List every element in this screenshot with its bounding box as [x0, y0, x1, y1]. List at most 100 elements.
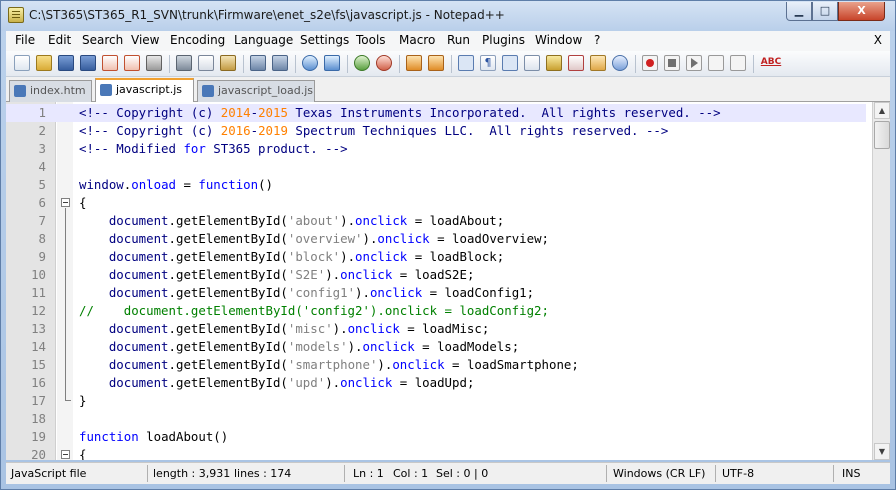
code-line[interactable]: 6{ [6, 194, 866, 212]
function-list-icon[interactable] [568, 55, 584, 71]
maximize-button[interactable]: □ [812, 2, 838, 21]
sync-horizontal-icon[interactable] [428, 55, 444, 71]
code-line[interactable]: 13 document.getElementById('misc').oncli… [6, 320, 866, 338]
code-line[interactable]: 2 <!-- Copyright (c) 2016-2019 Spectrum T… [6, 122, 866, 140]
code-line[interactable]: 1 <!-- Copyright (c) 2014-2015 Texas Inst… [6, 104, 866, 122]
menu-help[interactable]: ? [594, 33, 600, 47]
cut-icon[interactable] [176, 55, 192, 71]
code-token: = loadAbout; [407, 213, 505, 228]
close-window-button[interactable]: X [838, 2, 885, 21]
status-insert-mode: INS [842, 467, 861, 480]
title-bar: C:\ST365\ST365_R1_SVN\trunk\Firmware\ene… [1, 1, 895, 31]
menu-macro[interactable]: Macro [399, 33, 435, 47]
folder-workspace-icon[interactable] [590, 55, 606, 71]
replace-icon[interactable] [324, 55, 340, 71]
undo-icon[interactable] [250, 55, 266, 71]
close-document-button[interactable]: X [874, 33, 882, 47]
save-macro-icon[interactable] [730, 55, 746, 71]
save-all-icon[interactable] [80, 55, 96, 71]
code-line[interactable]: 4 [6, 158, 866, 176]
code-line[interactable]: 9 document.getElementById('block').oncli… [6, 248, 866, 266]
code-token: - [250, 105, 259, 120]
code-line[interactable]: 5 window.onload = function() [6, 176, 866, 194]
monitoring-icon[interactable] [612, 55, 628, 71]
code-line[interactable]: 19 function loadAbout() [6, 428, 866, 446]
menu-file[interactable]: File [15, 33, 35, 47]
scroll-up-arrow-icon[interactable]: ▲ [874, 102, 890, 119]
tab-javascript-load-js[interactable]: javascript_load.js [197, 80, 315, 102]
spell-check-icon[interactable]: ABC [760, 55, 782, 71]
line-number: 6 [38, 195, 46, 210]
code-token: onclick [340, 375, 393, 390]
menu-plugins[interactable]: Plugins [482, 33, 525, 47]
doc-map-icon[interactable] [546, 55, 562, 71]
code-line[interactable]: 14 document.getElementById('models').onc… [6, 338, 866, 356]
fold-guide [65, 208, 66, 400]
word-wrap-icon[interactable] [458, 55, 474, 71]
run-macro-multiple-icon[interactable] [708, 55, 724, 71]
fold-toggle-icon[interactable] [61, 198, 70, 207]
redo-icon[interactable] [272, 55, 288, 71]
tab-javascript-js[interactable]: javascript.js [95, 78, 194, 102]
code-token: document [108, 249, 169, 264]
code-line[interactable]: 16 document.getElementById('upd').onclic… [6, 374, 866, 392]
code-text: document.getElementById('overview').oncl… [79, 230, 549, 248]
code-line[interactable]: 7 document.getElementById('about').oncli… [6, 212, 866, 230]
code-token: Texas Instruments Incorporated. All righ… [287, 105, 721, 120]
fold-toggle-icon[interactable] [61, 450, 70, 459]
close-icon[interactable] [102, 55, 118, 71]
menu-settings[interactable]: Settings [300, 33, 349, 47]
menu-language[interactable]: Language [234, 33, 293, 47]
record-macro-icon[interactable] [642, 55, 658, 71]
code-token: ). [355, 285, 370, 300]
paste-icon[interactable] [220, 55, 236, 71]
menu-run[interactable]: Run [447, 33, 470, 47]
save-icon[interactable] [58, 55, 74, 71]
vertical-scrollbar[interactable]: ▲ ▼ [872, 102, 890, 460]
code-line[interactable]: 11 document.getElementById('config1').on… [6, 284, 866, 302]
code-token: .getElementById( [168, 357, 288, 372]
status-encoding: UTF-8 [722, 467, 755, 480]
user-lang-icon[interactable] [524, 55, 540, 71]
open-file-icon[interactable] [36, 55, 52, 71]
code-line[interactable]: 12 // document.getElementById('config2').… [6, 302, 866, 320]
code-line[interactable]: 3 <!-- Modified for ST365 product. --> [6, 140, 866, 158]
zoom-out-icon[interactable] [376, 55, 392, 71]
code-line[interactable]: 18 [6, 410, 866, 428]
menu-encoding[interactable]: Encoding [170, 33, 225, 47]
menu-tools[interactable]: Tools [356, 33, 386, 47]
show-all-chars-icon[interactable]: ¶ [480, 55, 496, 71]
scrollbar-thumb[interactable] [874, 121, 890, 149]
print-icon[interactable] [146, 55, 162, 71]
zoom-in-icon[interactable] [354, 55, 370, 71]
new-file-icon[interactable] [14, 55, 30, 71]
code-token: <!-- Modified [79, 141, 184, 156]
code-line[interactable]: 10 document.getElementById('S2E').onclic… [6, 266, 866, 284]
scroll-down-arrow-icon[interactable]: ▼ [874, 443, 890, 460]
code-token: ). [347, 339, 363, 354]
menu-edit[interactable]: Edit [48, 33, 71, 47]
code-line[interactable]: 20 { [6, 446, 866, 460]
tab-index-htm[interactable]: index.htm [9, 80, 92, 102]
menu-window[interactable]: Window [535, 33, 582, 47]
code-line[interactable]: 15 document.getElementById('smartphone')… [6, 356, 866, 374]
code-editor[interactable]: 1 <!-- Copyright (c) 2014-2015 Texas Inst… [6, 102, 890, 460]
sync-vertical-icon[interactable] [406, 55, 422, 71]
minimize-button[interactable]: ▁ [786, 2, 812, 21]
copy-icon[interactable] [198, 55, 214, 71]
code-token: ). [332, 321, 348, 336]
code-token: = loadOverview; [429, 231, 549, 246]
indent-guide-icon[interactable] [502, 55, 518, 71]
find-icon[interactable] [302, 55, 318, 71]
code-token: - [250, 123, 259, 138]
close-all-icon[interactable] [124, 55, 140, 71]
code-line[interactable]: 17} [6, 392, 866, 410]
code-text: { [79, 446, 86, 460]
menu-search[interactable]: Search [82, 33, 123, 47]
menu-view[interactable]: View [131, 33, 159, 47]
code-line[interactable]: 8 document.getElementById('overview').on… [6, 230, 866, 248]
play-macro-icon[interactable] [686, 55, 702, 71]
stop-macro-icon[interactable] [664, 55, 680, 71]
line-number: 7 [38, 213, 46, 228]
